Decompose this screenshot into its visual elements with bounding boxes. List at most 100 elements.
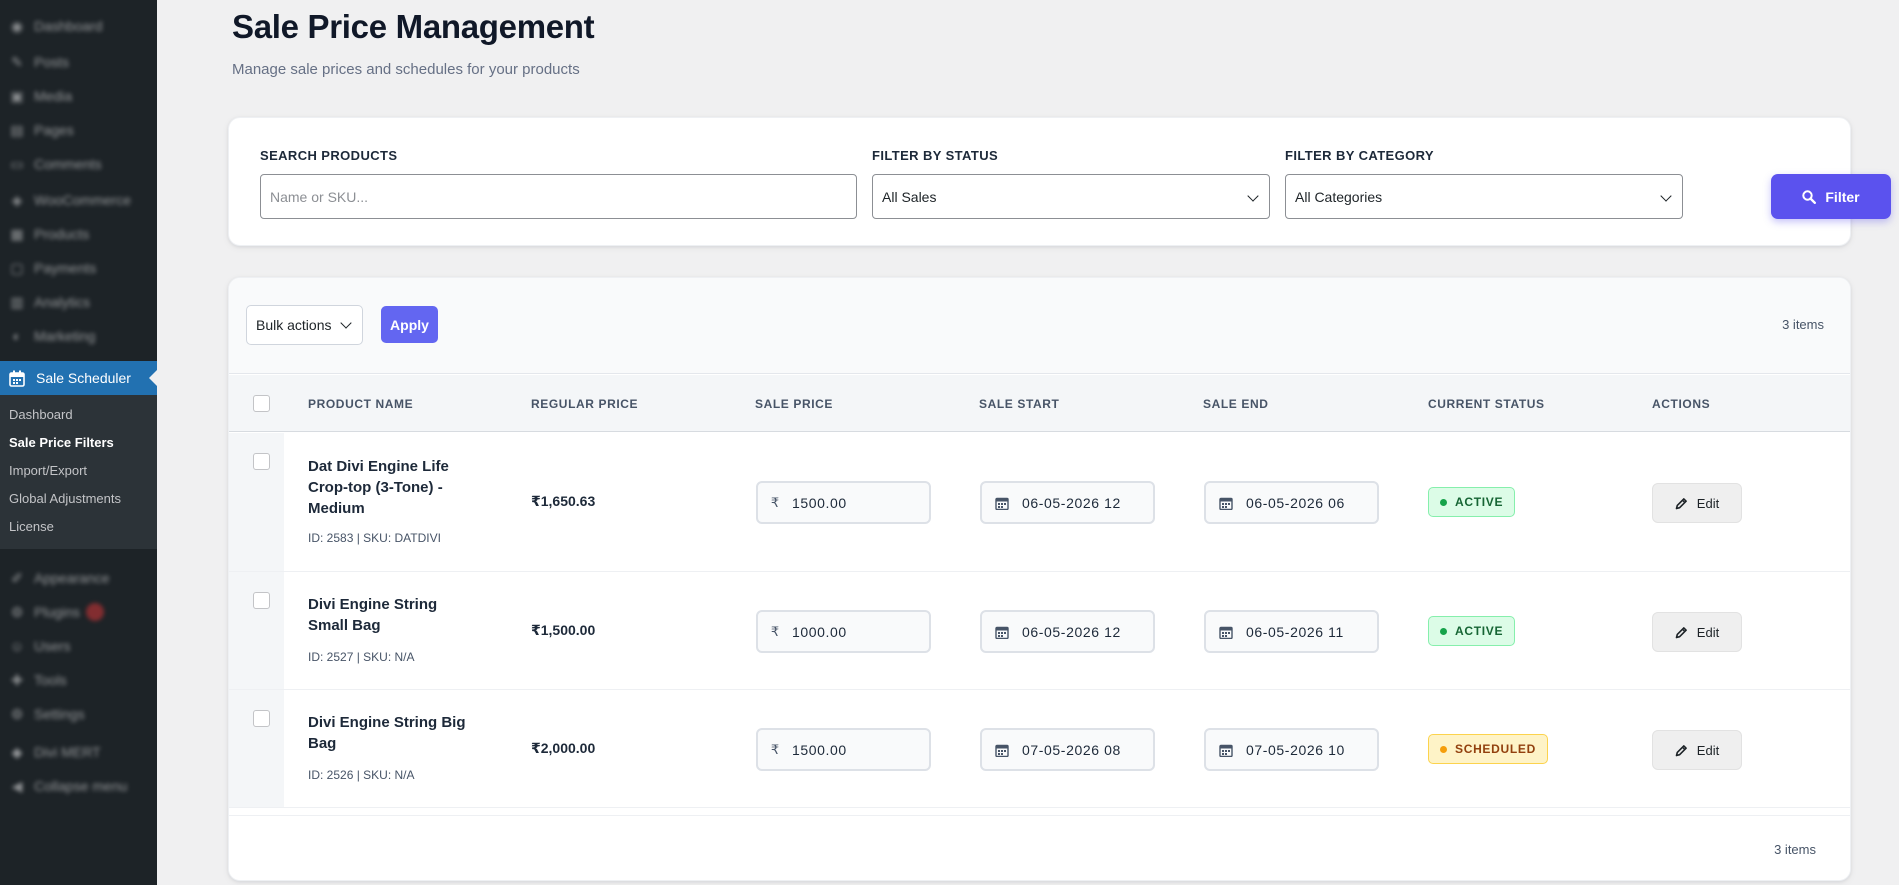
tools-icon: ✚ — [11, 671, 23, 688]
table-header: PRODUCT NAME REGULAR PRICE SALE PRICE SA… — [229, 375, 1850, 432]
plugins-icon: ⚙ — [10, 603, 24, 620]
sale-end-input[interactable]: 07-05-2026 10 — [1204, 728, 1379, 771]
items-count: 3 items — [1782, 317, 1824, 332]
search-label: SEARCH PRODUCTS — [260, 148, 398, 163]
sale-start-input[interactable]: 06-05-2026 12 — [980, 610, 1155, 653]
settings-icon: ⚙ — [10, 705, 24, 722]
submenu-global-adjustments[interactable]: Global Adjustments — [0, 485, 157, 513]
products-table-card: Bulk actions Apply 3 items PRODUCT NAME … — [228, 277, 1851, 881]
category-filter-select[interactable]: All Categories — [1285, 174, 1683, 219]
sale-start-input[interactable]: 06-05-2026 12 — [980, 481, 1155, 524]
calendar-icon — [982, 743, 1022, 757]
sidebar-item-products[interactable]: ▦ Products — [0, 217, 157, 251]
table-row: Divi Engine String Small Bag ID: 2527 | … — [229, 572, 1850, 690]
pencil-icon — [1675, 744, 1688, 757]
apply-button[interactable]: Apply — [381, 306, 438, 343]
sidebar-item-pages[interactable]: ▤ Pages — [0, 113, 157, 147]
table-toolbar: Bulk actions Apply 3 items — [229, 278, 1850, 374]
col-sale-start: SALE START — [979, 397, 1060, 411]
sidebar-item-sale-scheduler[interactable]: Sale Scheduler — [0, 361, 157, 395]
chevron-down-icon — [340, 317, 352, 329]
pencil-icon — [1675, 497, 1688, 510]
edit-button[interactable]: Edit — [1652, 612, 1742, 652]
col-actions: ACTIONS — [1652, 397, 1711, 411]
table-row: Divi Engine String Big Bag ID: 2526 | SK… — [229, 690, 1850, 808]
select-all-checkbox[interactable] — [253, 395, 270, 412]
sidebar-item-users[interactable]: ☺ Users — [0, 629, 157, 663]
appearance-icon: ✐ — [11, 569, 23, 586]
sidebar-item-dashboard[interactable]: ◉ Dashboard — [0, 9, 157, 43]
regular-price: ₹2,000.00 — [531, 740, 596, 756]
col-regular-price: REGULAR PRICE — [531, 397, 639, 411]
sidebar-item-plugins[interactable]: ⚙ Plugins — [0, 595, 157, 629]
regular-price: ₹1,650.63 — [531, 493, 596, 509]
sidebar-submenu: Dashboard Sale Price Filters Import/Expo… — [0, 395, 157, 549]
row-checkbox[interactable] — [253, 592, 270, 609]
posts-icon: ✎ — [11, 53, 23, 70]
chevron-down-icon — [1247, 190, 1259, 202]
calendar-icon — [1206, 625, 1246, 639]
calendar-icon — [1206, 496, 1246, 510]
sale-start-input[interactable]: 07-05-2026 08 — [980, 728, 1155, 771]
calendar-icon — [982, 496, 1022, 510]
submenu-sale-price-filters[interactable]: Sale Price Filters — [0, 429, 157, 457]
filter-button[interactable]: Filter — [1771, 174, 1891, 219]
sidebar-item-woocommerce[interactable]: ◈ WooCommerce — [0, 183, 157, 217]
currency-symbol: ₹ — [770, 623, 780, 639]
bulk-actions-select[interactable]: Bulk actions — [246, 305, 363, 345]
sale-price-input[interactable]: ₹ 1500.00 — [756, 481, 931, 524]
calendar-icon — [8, 369, 26, 387]
col-sale-end: SALE END — [1203, 397, 1269, 411]
sidebar-item-tools[interactable]: ✚ Tools — [0, 663, 157, 697]
items-count-footer: 3 items — [1774, 842, 1816, 857]
edit-button[interactable]: Edit — [1652, 730, 1742, 770]
pencil-icon — [1675, 626, 1688, 639]
analytics-icon: ▥ — [10, 293, 24, 310]
submenu-license[interactable]: License — [0, 513, 157, 541]
sidebar-collapse-menu[interactable]: ◀ Collapse menu — [0, 769, 157, 803]
submenu-import-export[interactable]: Import/Export — [0, 457, 157, 485]
sidebar-item-appearance[interactable]: ✐ Appearance — [0, 561, 157, 595]
product-name[interactable]: Divi Engine String Small Bag — [308, 594, 478, 636]
product-name[interactable]: Dat Divi Engine Life Crop-top (3-Tone) -… — [308, 456, 478, 519]
product-name[interactable]: Divi Engine String Big Bag — [308, 712, 478, 754]
filter-card: SEARCH PRODUCTS FILTER BY STATUS All Sal… — [228, 117, 1891, 246]
page-title: Sale Price Management — [232, 8, 595, 45]
sidebar-item-settings[interactable]: ⚙ Settings — [0, 697, 157, 731]
sidebar-item-payments[interactable]: ▢ Payments — [0, 251, 157, 285]
sale-price-input[interactable]: ₹ 1000.00 — [756, 610, 931, 653]
sale-end-input[interactable]: 06-05-2026 06 — [1204, 481, 1379, 524]
products-icon: ▦ — [10, 225, 24, 242]
search-icon — [1802, 189, 1817, 204]
search-input[interactable] — [270, 188, 847, 205]
status-filter-select[interactable]: All Sales — [872, 174, 1270, 219]
chevron-down-icon — [1660, 190, 1672, 202]
status-filter-value: All Sales — [882, 188, 937, 205]
sidebar-item-comments[interactable]: ▭ Comments — [0, 147, 157, 181]
status-badge: ACTIVE — [1428, 487, 1516, 517]
row-checkbox[interactable] — [253, 710, 270, 727]
sale-price-input[interactable]: ₹ 1500.00 — [756, 728, 931, 771]
marketing-icon: ◐ — [12, 328, 22, 344]
row-checkbox[interactable] — [253, 453, 270, 470]
sidebar-item-posts[interactable]: ✎ Posts — [0, 45, 157, 79]
submenu-dashboard[interactable]: Dashboard — [0, 401, 157, 429]
page-subtitle: Manage sale prices and schedules for you… — [232, 61, 580, 78]
woocommerce-icon: ◈ — [11, 191, 23, 208]
edit-button[interactable]: Edit — [1652, 483, 1742, 523]
category-filter-label: FILTER BY CATEGORY — [1285, 148, 1435, 163]
sidebar-item-marketing[interactable]: ◐ Marketing — [0, 319, 157, 353]
product-meta: ID: 2583 | SKU: DATDIVI — [308, 531, 441, 545]
search-field[interactable] — [260, 174, 857, 219]
sidebar-item-analytics[interactable]: ▥ Analytics — [0, 285, 157, 319]
comments-icon: ▭ — [10, 155, 24, 172]
regular-price: ₹1,500.00 — [531, 622, 596, 638]
payments-icon: ▢ — [10, 259, 24, 276]
col-current-status: CURRENT STATUS — [1428, 397, 1545, 411]
sidebar-item-media[interactable]: ▣ Media — [0, 79, 157, 113]
divi-icon: ◆ — [11, 743, 23, 760]
sale-end-input[interactable]: 06-05-2026 11 — [1204, 610, 1379, 653]
col-sale-price: SALE PRICE — [755, 397, 834, 411]
collapse-icon: ◀ — [11, 777, 23, 794]
sidebar-item-divi[interactable]: ◆ Divi MERT — [0, 735, 157, 769]
